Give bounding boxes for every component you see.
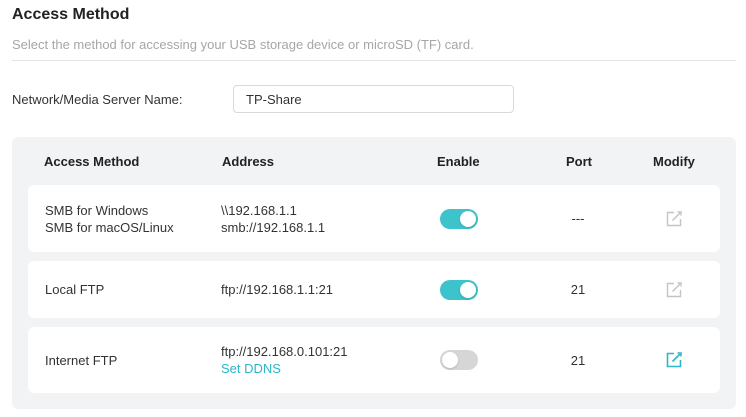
modify-cell — [664, 327, 684, 393]
access-method-smb-macos-linux: SMB for macOS/Linux — [45, 219, 174, 235]
access-method-table: Access Method Address Enable Port Modify… — [12, 137, 736, 409]
page-title: Access Method — [12, 6, 130, 23]
address-internet-ftp: ftp://192.168.0.101:21 — [221, 344, 348, 359]
toggle-knob — [460, 210, 476, 227]
enable-toggle-local-ftp[interactable] — [440, 279, 478, 300]
edit-icon — [666, 281, 682, 297]
address-smb-macos-linux: smb://192.168.1.1 — [221, 219, 326, 235]
toggle-knob — [442, 352, 458, 368]
port-cell: 21 — [548, 327, 608, 393]
port-value-smb: --- — [571, 211, 585, 226]
table-row-smb: SMB for Windows SMB for macOS/Linux \\19… — [28, 185, 720, 252]
modify-button-internet-ftp[interactable] — [664, 350, 684, 370]
port-value-local-ftp: 21 — [570, 282, 586, 297]
modify-button-local-ftp[interactable] — [664, 280, 684, 300]
column-header-modify: Modify — [653, 154, 695, 169]
access-method-cell: SMB for Windows SMB for macOS/Linux — [45, 185, 174, 252]
enable-cell — [440, 327, 478, 393]
port-cell: 21 — [548, 261, 608, 318]
column-header-access-method: Access Method — [44, 154, 140, 169]
column-header-enable: Enable — [437, 154, 480, 169]
divider — [12, 60, 736, 61]
address-cell: \\192.168.1.1 smb://192.168.1.1 — [221, 185, 325, 252]
table-row-local-ftp: Local FTP ftp://192.168.1.1:21 21 — [28, 261, 720, 318]
column-header-address: Address — [222, 154, 275, 169]
port-value-internet-ftp: 21 — [570, 352, 586, 368]
address-smb-windows: \\192.168.1.1 — [221, 202, 297, 218]
access-method-internet-ftp: Internet FTP — [45, 352, 118, 368]
enable-cell — [440, 261, 478, 318]
server-name-input[interactable] — [233, 85, 514, 113]
edit-icon — [666, 352, 682, 368]
enable-cell — [440, 185, 478, 252]
column-header-port: Port — [566, 154, 592, 169]
modify-button-smb[interactable] — [664, 209, 684, 229]
enable-toggle-smb[interactable] — [440, 208, 478, 229]
address-cell: ftp://192.168.1.1:21 — [221, 261, 333, 318]
edit-icon — [666, 210, 682, 226]
access-method-local-ftp: Local FTP — [45, 282, 105, 297]
modify-cell — [664, 261, 684, 318]
toggle-knob — [460, 281, 476, 298]
table-row-internet-ftp: Internet FTP ftp://192.168.0.101:21 Set … — [28, 327, 720, 393]
address-cell: ftp://192.168.0.101:21 Set DDNS — [221, 327, 348, 393]
access-method-cell: Internet FTP — [45, 327, 117, 393]
access-method-cell: Local FTP — [45, 261, 104, 318]
port-cell: --- — [548, 185, 608, 252]
page-subtitle: Select the method for accessing your USB… — [12, 37, 474, 52]
address-local-ftp: ftp://192.168.1.1:21 — [221, 282, 334, 297]
modify-cell — [664, 185, 684, 252]
access-method-smb-windows: SMB for Windows — [45, 202, 149, 218]
server-name-label: Network/Media Server Name: — [12, 92, 183, 107]
enable-toggle-internet-ftp[interactable] — [440, 350, 478, 370]
set-ddns-link[interactable]: Set DDNS — [221, 360, 348, 377]
